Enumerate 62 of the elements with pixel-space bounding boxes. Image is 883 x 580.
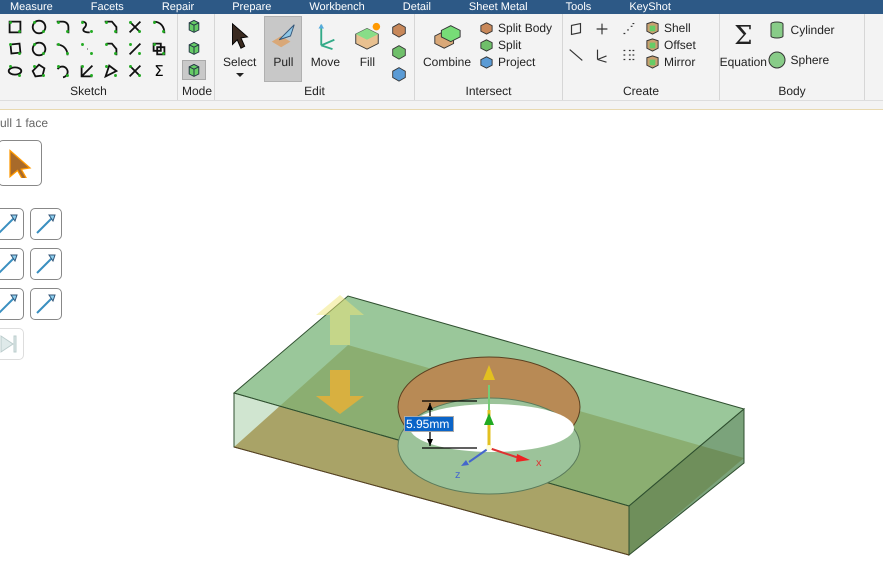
edit-tool-icon[interactable] <box>390 64 408 82</box>
combine-button[interactable]: Combine <box>419 16 476 82</box>
menu-tab[interactable]: Facets <box>90 1 124 13</box>
mode-button[interactable] <box>182 60 206 80</box>
axis-label: z <box>455 469 460 481</box>
block-icon <box>479 54 494 69</box>
cube-icon <box>186 40 202 56</box>
palette-tool-button[interactable] <box>30 208 62 240</box>
block-icon <box>479 37 494 52</box>
ribbon-tool-button[interactable]: Select <box>219 16 260 82</box>
menu-tab[interactable]: Repair <box>162 1 194 13</box>
arrow-icon <box>34 292 58 316</box>
menu-tab[interactable]: KeyShot <box>629 1 671 13</box>
cube-icon <box>186 62 202 78</box>
palette-tool-button[interactable] <box>30 248 62 280</box>
menu-tab[interactable]: Measure <box>10 1 53 13</box>
ribbon-group-label: Sketch <box>69 84 108 100</box>
ribbon-group-label: Mode <box>182 84 210 100</box>
menu-tab[interactable]: Tools <box>566 1 592 13</box>
sum-tool-button[interactable]: Σ <box>148 60 170 82</box>
menu-tab[interactable]: Detail <box>402 1 431 13</box>
block-icon <box>479 20 494 35</box>
ribbon-tool-button[interactable]: Fill <box>348 16 386 82</box>
ribbon-group-label: Edit <box>303 84 326 100</box>
ribbon-small-button[interactable]: Sphere <box>766 50 860 70</box>
palette-tool-button[interactable] <box>0 140 42 186</box>
arrow-icon <box>34 252 58 276</box>
ribbon-small-button[interactable]: Cylinder <box>766 20 860 40</box>
ribbon-tool-button[interactable]: Move <box>306 16 344 82</box>
block-icon <box>645 20 660 35</box>
ribbon-small-button[interactable]: Mirror <box>645 54 696 69</box>
status-text: ull 1 face <box>0 116 50 130</box>
arrow-icon <box>0 252 20 276</box>
ribbon-small-button[interactable]: Offset <box>645 37 696 52</box>
ribbon-group-label: Body <box>777 84 807 100</box>
ribbon-small-button[interactable]: Project <box>479 54 552 69</box>
edit-tool-icon[interactable] <box>390 20 408 38</box>
sphere-icon <box>766 50 787 70</box>
ribbon-small-button[interactable]: Split Body <box>479 20 552 35</box>
palette-tool-button[interactable] <box>0 288 24 320</box>
axis-label: x <box>536 457 542 469</box>
ribbon-small-button[interactable]: Shell <box>645 20 696 35</box>
arrow-icon <box>0 212 20 236</box>
cube-icon <box>186 18 202 34</box>
axis-triad-drawing[interactable] <box>461 365 530 466</box>
dimension-input-field[interactable]: 5.95mm <box>404 416 454 432</box>
block-icon <box>645 54 660 69</box>
arrow-icon <box>34 212 58 236</box>
menu-tab[interactable]: Sheet Metal <box>468 1 528 13</box>
arrow-icon <box>0 292 20 316</box>
menu-tab[interactable]: Workbench <box>309 1 365 13</box>
palette-tool-button[interactable] <box>0 248 24 280</box>
ribbon-group-label: Intersect <box>464 84 513 100</box>
palette-tool-button[interactable] <box>0 208 24 240</box>
palette-tool-button[interactable] <box>30 288 62 320</box>
block-icon <box>645 37 660 52</box>
menu-tab[interactable]: Prepare <box>232 1 272 13</box>
edit-tool-icon[interactable] <box>390 42 408 60</box>
ribbon-small-button[interactable]: Split <box>479 37 552 52</box>
up-arrow-icon[interactable] <box>316 295 364 345</box>
ribbon-group-label: Create <box>622 84 660 100</box>
ribbon-tool-button[interactable]: Pull <box>264 16 302 82</box>
